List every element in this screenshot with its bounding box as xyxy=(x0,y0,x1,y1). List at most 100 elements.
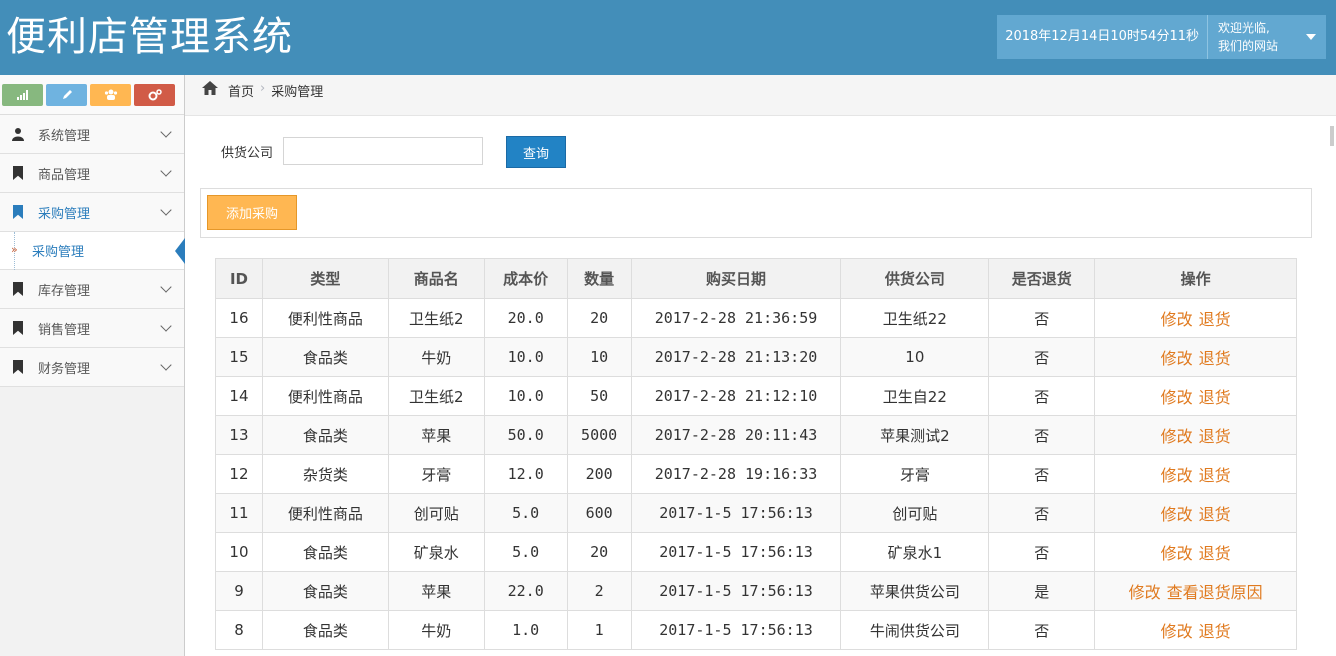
breadcrumb-current: 采购管理 xyxy=(271,85,324,100)
return-link[interactable]: 退货 xyxy=(1199,466,1231,485)
vertical-scrollbar[interactable] xyxy=(1328,116,1336,656)
shortcut-signal-button[interactable] xyxy=(2,84,43,106)
shortcut-cogs-button[interactable] xyxy=(134,84,175,106)
welcome-line2: 我们的网站 xyxy=(1218,39,1279,53)
table-header-row: ID 类型 商品名 成本价 数量 购买日期 供货公司 是否退货 操作 xyxy=(215,258,1297,299)
sidebar-item-finance[interactable]: 财务管理 xyxy=(0,348,184,387)
edit-link[interactable]: 修改 xyxy=(1161,388,1193,407)
sidebar-item-label: 商品管理 xyxy=(38,167,91,183)
return-link[interactable]: 退货 xyxy=(1199,505,1231,524)
return-link[interactable]: 退货 xyxy=(1199,349,1231,368)
type-cell: 杂货类 xyxy=(261,454,389,494)
date-cell: 2017-2-28 19:16:33 xyxy=(630,454,842,494)
price-cell: 22.0 xyxy=(483,571,568,611)
qty-cell: 20 xyxy=(566,298,632,338)
bookmark-icon xyxy=(11,205,25,219)
return-link[interactable]: 退货 xyxy=(1199,544,1231,563)
price-cell: 5.0 xyxy=(483,493,568,533)
shortcut-users-button[interactable] xyxy=(90,84,131,106)
view-return-reason-link[interactable]: 查看退货原因 xyxy=(1167,583,1263,602)
sidebar-item-system[interactable]: 系统管理 xyxy=(0,115,184,154)
datetime-display: 2018年12月14日10时54分11秒 xyxy=(997,15,1208,59)
supplier-input[interactable] xyxy=(283,137,484,165)
edit-link[interactable]: 修改 xyxy=(1161,310,1193,329)
id-cell: 10 xyxy=(215,532,263,572)
purchase-table: ID 类型 商品名 成本价 数量 购买日期 供货公司 是否退货 操作 16 便利性… xyxy=(215,258,1297,650)
column-header-date[interactable]: 购买日期 xyxy=(630,258,842,299)
caret-down-icon[interactable] xyxy=(1306,34,1316,40)
edit-link[interactable]: 修改 xyxy=(1161,349,1193,368)
table-row: 16 便利性商品 卫生纸2 20.0 20 2017-2-28 21:36:59 卫生纸22… xyxy=(215,298,1297,338)
edit-link[interactable]: 修改 xyxy=(1161,544,1193,563)
qty-cell: 600 xyxy=(566,493,632,533)
breadcrumb-home-link[interactable]: 首页 xyxy=(228,81,254,100)
sidebar-item-label: 财务管理 xyxy=(38,361,91,377)
edit-link[interactable]: 修改 xyxy=(1161,427,1193,446)
sidebar-item-label: 库存管理 xyxy=(38,283,91,299)
price-cell: 50.0 xyxy=(483,415,568,455)
return-link[interactable]: 退货 xyxy=(1199,310,1231,329)
scrollbar-thumb[interactable] xyxy=(1330,126,1334,146)
qty-cell: 5000 xyxy=(566,415,632,455)
sidebar-item-label: 采购管理 xyxy=(38,206,91,222)
return-link[interactable]: 退货 xyxy=(1199,388,1231,407)
returned-cell: 否 xyxy=(988,493,1096,533)
price-cell: 5.0 xyxy=(483,532,568,572)
sidebar-item-goods[interactable]: 商品管理 xyxy=(0,154,184,193)
id-cell: 9 xyxy=(215,571,263,611)
brand-title[interactable]: 便利店管理系统 xyxy=(6,12,293,62)
id-cell: 11 xyxy=(215,493,263,533)
query-button[interactable]: 查询 xyxy=(506,136,566,168)
price-cell: 12.0 xyxy=(483,454,568,494)
sidebar-subitem-purchase-manage[interactable]: » 采购管理 xyxy=(0,232,185,270)
column-header-id[interactable]: ID xyxy=(215,258,263,299)
column-header-returned[interactable]: 是否退货 xyxy=(988,258,1096,299)
returned-cell: 否 xyxy=(988,376,1096,416)
type-cell: 食品类 xyxy=(261,571,389,611)
edit-link[interactable]: 修改 xyxy=(1161,622,1193,641)
column-header-supplier[interactable]: 供货公司 xyxy=(840,258,990,299)
column-header-qty[interactable]: 数量 xyxy=(566,258,632,299)
bookmark-icon xyxy=(11,282,25,296)
sidebar-subitem-label: 采购管理 xyxy=(32,245,85,260)
returned-cell: 否 xyxy=(988,415,1096,455)
edit-link[interactable]: 修改 xyxy=(1161,466,1193,485)
table-row: 12 杂货类 牙膏 12.0 200 2017-2-28 19:16:33 牙膏否修改 退货 xyxy=(215,454,1297,494)
qty-cell: 50 xyxy=(566,376,632,416)
return-link[interactable]: 退货 xyxy=(1199,427,1231,446)
name-cell: 牛奶 xyxy=(387,610,485,650)
actions-cell: 修改 退货 xyxy=(1094,376,1297,416)
id-cell: 8 xyxy=(215,610,263,650)
sidebar-item-stock[interactable]: 库存管理 xyxy=(0,270,184,309)
supplier-cell: 卫生自22 xyxy=(840,376,990,416)
sidebar-shortcuts xyxy=(0,75,184,115)
shortcut-pencil-button[interactable] xyxy=(46,84,87,106)
column-header-name[interactable]: 商品名 xyxy=(387,258,485,299)
id-cell: 13 xyxy=(215,415,263,455)
price-cell: 10.0 xyxy=(483,376,568,416)
price-cell: 10.0 xyxy=(483,337,568,377)
actions-cell: 修改 退货 xyxy=(1094,493,1297,533)
sidebar-item-purchase[interactable]: 采购管理 xyxy=(0,193,184,232)
edit-link[interactable]: 修改 xyxy=(1129,583,1161,602)
supplier-cell: 苹果测试2 xyxy=(840,415,990,455)
qty-cell: 2 xyxy=(566,571,632,611)
type-cell: 食品类 xyxy=(261,415,389,455)
edit-link[interactable]: 修改 xyxy=(1161,505,1193,524)
supplier-cell: 10 xyxy=(840,337,990,377)
id-cell: 16 xyxy=(215,298,263,338)
sidebar-item-sales[interactable]: 销售管理 xyxy=(0,309,184,348)
column-header-type[interactable]: 类型 xyxy=(261,258,389,299)
returned-cell: 否 xyxy=(988,610,1096,650)
add-purchase-button[interactable]: 添加采购 xyxy=(207,195,297,230)
name-cell: 创可贴 xyxy=(387,493,485,533)
id-cell: 12 xyxy=(215,454,263,494)
type-cell: 食品类 xyxy=(261,610,389,650)
actions-cell: 修改 退货 xyxy=(1094,532,1297,572)
double-angle-right-icon: » xyxy=(11,243,18,256)
user-menu[interactable]: 欢迎光临, 我们的网站 xyxy=(1208,15,1326,59)
returned-cell: 否 xyxy=(988,454,1096,494)
column-header-price[interactable]: 成本价 xyxy=(483,258,568,299)
return-link[interactable]: 退货 xyxy=(1199,622,1231,641)
home-icon xyxy=(202,81,218,95)
